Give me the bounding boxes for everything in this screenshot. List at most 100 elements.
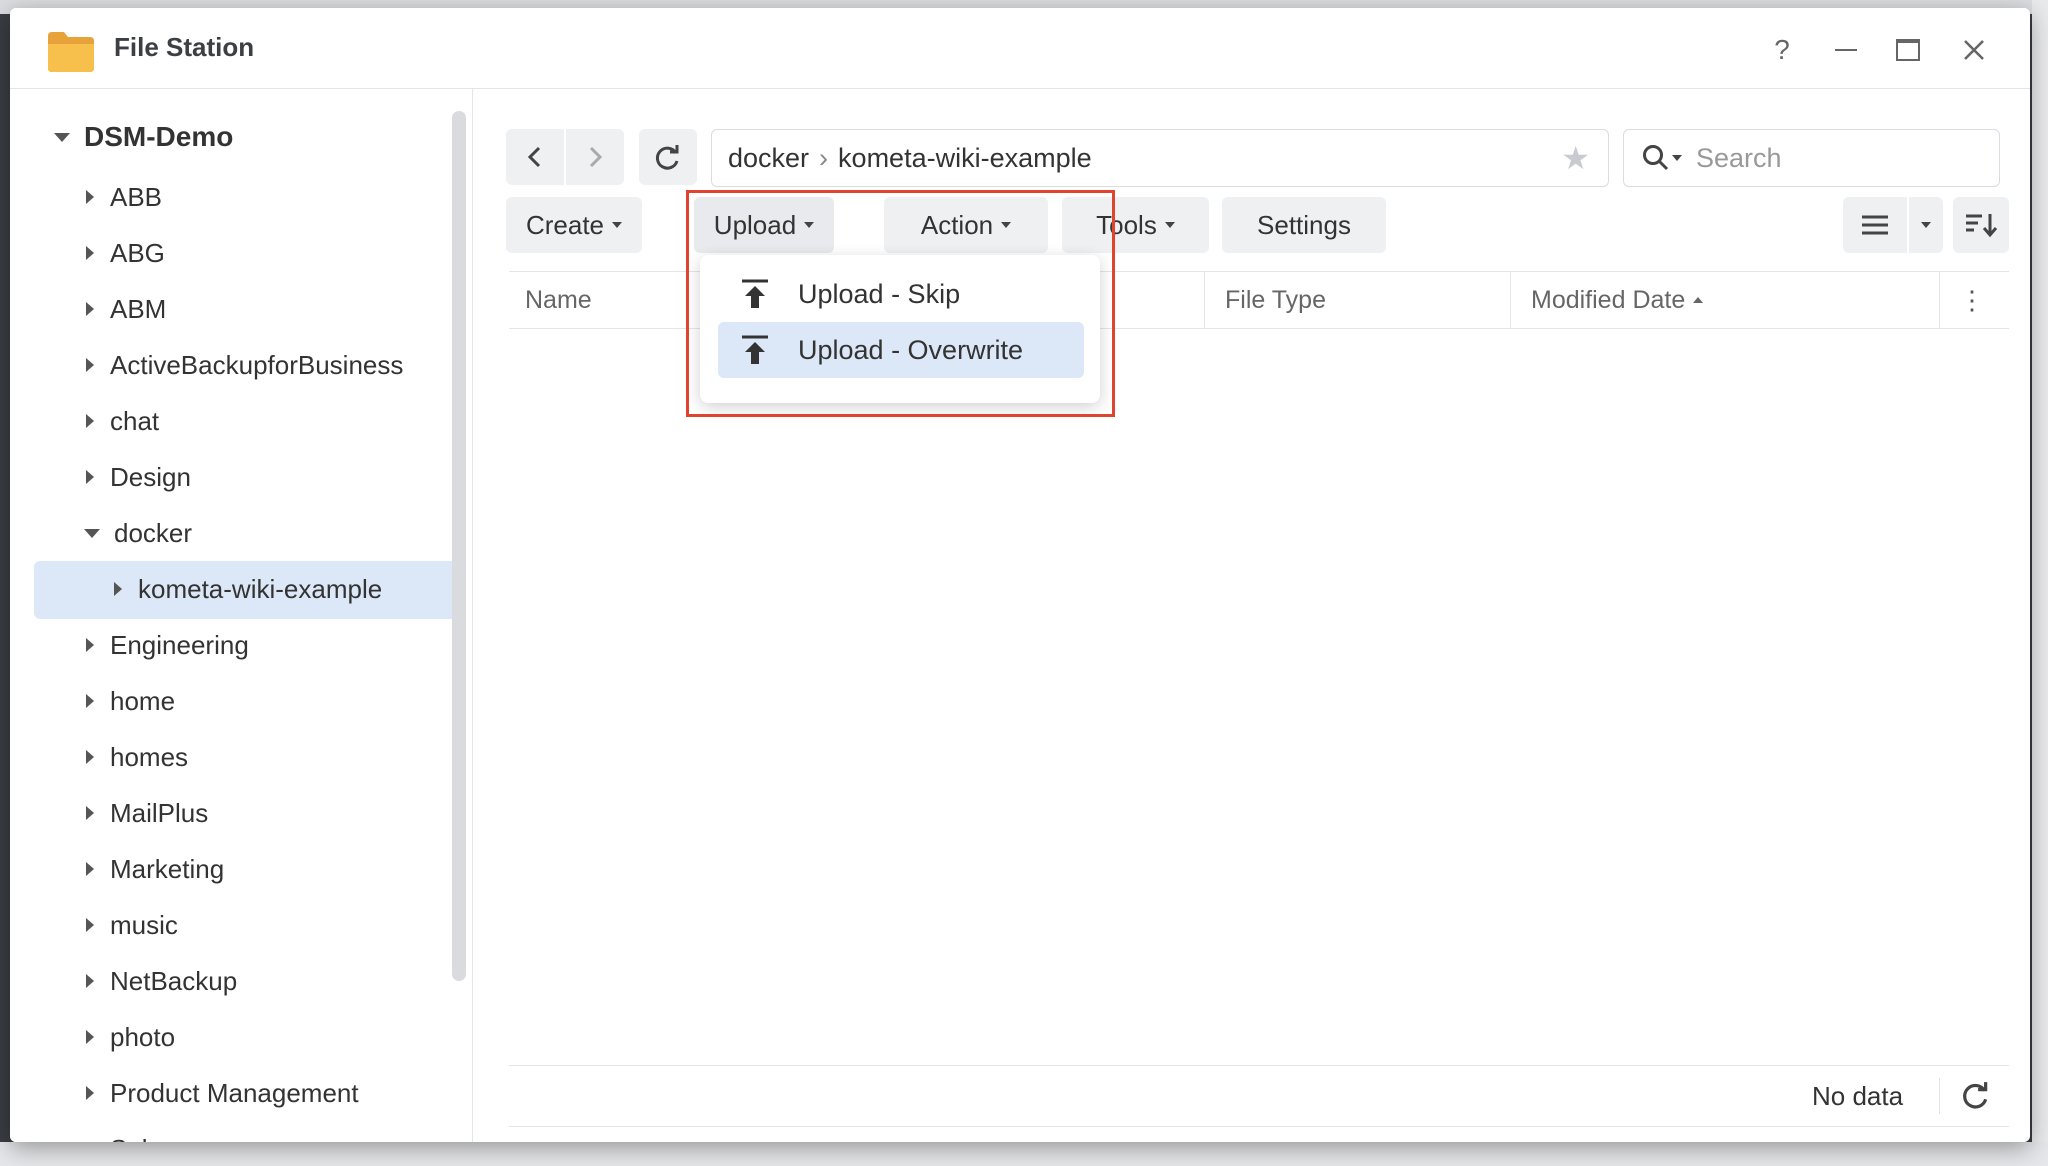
close-icon[interactable] — [1954, 30, 1994, 70]
refresh-icon — [1963, 1082, 1988, 1109]
tree-item-label: Sales — [110, 1134, 175, 1143]
tree-item-label: MailPlus — [110, 797, 209, 828]
forward-button[interactable] — [566, 129, 624, 185]
chevron-right-icon[interactable] — [86, 1086, 94, 1100]
tree-item-label: docker — [114, 517, 193, 548]
chevron-right-icon[interactable] — [114, 582, 122, 596]
create-label: Create — [525, 209, 605, 240]
column-name[interactable]: Name — [525, 272, 592, 328]
chevron-right-icon[interactable] — [86, 302, 94, 316]
tree-item-label: ActiveBackupforBusiness — [110, 349, 404, 380]
tree-item-activebackup[interactable]: ActiveBackupforBusiness — [86, 339, 403, 391]
tree-item-docker[interactable]: docker — [84, 507, 192, 559]
footer-refresh-button[interactable] — [1961, 1080, 1991, 1117]
background-window-right — [2032, 0, 2048, 1166]
column-divider[interactable] — [1939, 272, 1940, 328]
chevron-right-icon[interactable] — [86, 246, 94, 260]
chevron-right-icon[interactable] — [86, 1030, 94, 1044]
maximize-icon[interactable] — [1888, 30, 1928, 70]
highlight-annotation-box — [686, 190, 1115, 417]
chevron-right-icon[interactable] — [86, 806, 94, 820]
column-divider[interactable] — [1204, 272, 1205, 328]
caret-down-icon — [1921, 222, 1931, 228]
footer-divider — [1939, 1078, 1940, 1114]
table-footer: No data — [509, 1065, 2009, 1127]
chevron-right-icon[interactable] — [86, 918, 94, 932]
tree-item-sales[interactable]: Sales — [86, 1123, 175, 1143]
chevron-right-icon — [589, 146, 603, 168]
folder-tree-sidebar: DSM-Demo ABB ABG ABM ActiveBackupforBusi… — [10, 89, 473, 1142]
star-icon[interactable]: ★ — [1561, 139, 1590, 177]
tree-item-netbackup[interactable]: NetBackup — [86, 955, 237, 1007]
tree-item-label: ABM — [110, 293, 167, 324]
tree-item-abb[interactable]: ABB — [86, 171, 162, 223]
settings-button[interactable]: Settings — [1222, 197, 1386, 253]
refresh-button[interactable] — [639, 129, 697, 185]
column-file-type[interactable]: File Type — [1225, 272, 1326, 328]
background-window-bottom — [0, 1142, 2048, 1166]
chevron-right-icon[interactable] — [86, 190, 94, 204]
column-divider[interactable] — [1510, 272, 1511, 328]
tree-item-home[interactable]: home — [86, 675, 175, 727]
tree-item-label: ABB — [110, 181, 163, 212]
caret-down-icon — [1164, 222, 1175, 228]
tree-item-music[interactable]: music — [86, 899, 178, 951]
tree-item-abm[interactable]: ABM — [86, 283, 166, 335]
tree-root[interactable]: DSM-Demo — [54, 121, 233, 153]
tree-item-kometa-wiki-example[interactable]: kometa-wiki-example — [114, 563, 382, 615]
tree-item-label: homes — [110, 741, 189, 772]
sort-ascending-icon — [1693, 297, 1704, 303]
chevron-right-icon[interactable] — [86, 638, 94, 652]
chevron-right-icon[interactable] — [86, 750, 94, 764]
refresh-icon — [655, 145, 679, 170]
tree-item-label: home — [110, 685, 176, 716]
create-button[interactable]: Create — [506, 197, 642, 253]
sort-button[interactable] — [1953, 197, 2009, 253]
search-input[interactable]: Search — [1623, 129, 2000, 187]
tree-item-label: music — [110, 909, 178, 940]
tree-item-label: Design — [110, 461, 191, 492]
back-button[interactable] — [506, 129, 564, 185]
list-view-button[interactable] — [1843, 197, 1907, 253]
tree-item-label: photo — [110, 1021, 176, 1052]
column-options-icon[interactable]: ⋮ — [1959, 272, 1985, 328]
chevron-right-icon[interactable] — [86, 358, 94, 372]
breadcrumb-current[interactable]: kometa-wiki-example — [838, 143, 1092, 174]
sort-icon — [1966, 214, 1998, 238]
tree-item-mailplus[interactable]: MailPlus — [86, 787, 208, 839]
tree-item-marketing[interactable]: Marketing — [86, 843, 224, 895]
chevron-right-icon[interactable] — [86, 470, 94, 484]
tree-item-design[interactable]: Design — [86, 451, 191, 503]
tree-item-chat[interactable]: chat — [86, 395, 159, 447]
search-options-caret-icon[interactable] — [1672, 155, 1682, 161]
view-options-button[interactable] — [1909, 197, 1943, 253]
search-icon[interactable] — [1642, 144, 1670, 172]
column-file-type-label: File Type — [1225, 285, 1326, 314]
folder-icon — [48, 32, 94, 72]
chevron-down-icon[interactable] — [54, 132, 70, 142]
chevron-down-icon[interactable] — [84, 528, 100, 538]
tree-item-homes[interactable]: homes — [86, 731, 188, 783]
chevron-right-icon[interactable] — [86, 414, 94, 428]
column-modified-date-label: Modified Date — [1531, 285, 1686, 314]
settings-label: Settings — [1257, 209, 1351, 240]
minimize-icon[interactable] — [1826, 30, 1866, 70]
tree-item-label: chat — [110, 405, 160, 436]
tree-item-label: Marketing — [110, 853, 225, 884]
tree-item-label: Engineering — [110, 629, 249, 660]
path-bar[interactable]: docker › kometa-wiki-example ★ — [711, 129, 1609, 187]
tree-item-engineering[interactable]: Engineering — [86, 619, 249, 671]
chevron-right-icon[interactable] — [86, 694, 94, 708]
chevron-right-icon[interactable] — [86, 974, 94, 988]
sidebar-scrollbar[interactable] — [452, 111, 466, 981]
help-icon[interactable]: ? — [1762, 30, 1802, 70]
breadcrumb-docker[interactable]: docker — [728, 143, 809, 174]
caret-down-icon — [612, 222, 623, 228]
tree-item-product-management[interactable]: Product Management — [86, 1067, 359, 1119]
tree-item-label: Product Management — [110, 1077, 359, 1108]
title-bar: File Station ? — [10, 8, 2030, 89]
chevron-right-icon[interactable] — [86, 862, 94, 876]
column-modified-date[interactable]: Modified Date — [1531, 272, 1704, 328]
tree-item-photo[interactable]: photo — [86, 1011, 175, 1063]
tree-item-abg[interactable]: ABG — [86, 227, 165, 279]
